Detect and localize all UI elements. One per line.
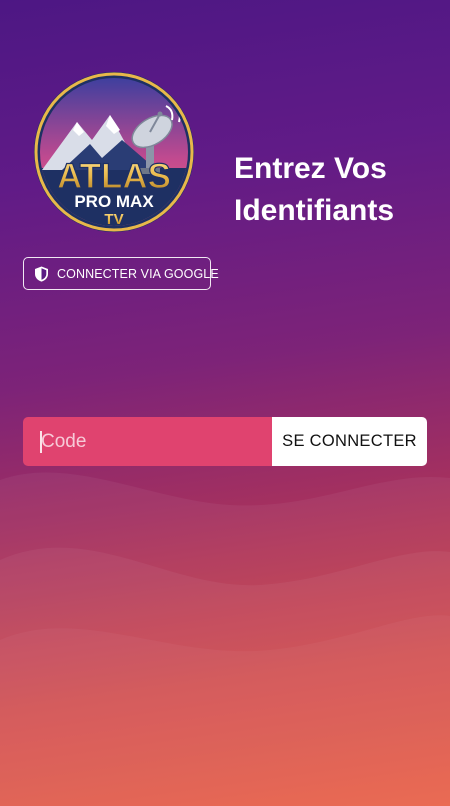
text-cursor bbox=[40, 431, 42, 453]
login-form: SE CONNECTER bbox=[23, 417, 427, 466]
page-title-line-1: Entrez Vos bbox=[234, 152, 387, 185]
page-title: Entrez Vos Identifiants bbox=[234, 148, 444, 232]
logo-text-atlas: ATLAS bbox=[57, 157, 171, 196]
page-title-line-2: Identifiants bbox=[234, 194, 395, 227]
connect-button[interactable]: SE CONNECTER bbox=[272, 417, 427, 466]
connect-via-google-button[interactable]: CONNECTER VIA GOOGLE bbox=[23, 257, 219, 290]
logo-text-pro-max: PRO MAX bbox=[74, 192, 154, 211]
login-screen: ATLAS PRO MAX TV Entrez Vos Identifiants… bbox=[0, 0, 450, 806]
shield-icon bbox=[34, 266, 49, 282]
atlas-pro-max-tv-logo: ATLAS PRO MAX TV bbox=[34, 72, 194, 232]
connect-via-google-label: CONNECTER VIA GOOGLE bbox=[57, 266, 219, 281]
logo-text-tv: TV bbox=[104, 211, 123, 228]
code-input[interactable] bbox=[23, 417, 272, 466]
